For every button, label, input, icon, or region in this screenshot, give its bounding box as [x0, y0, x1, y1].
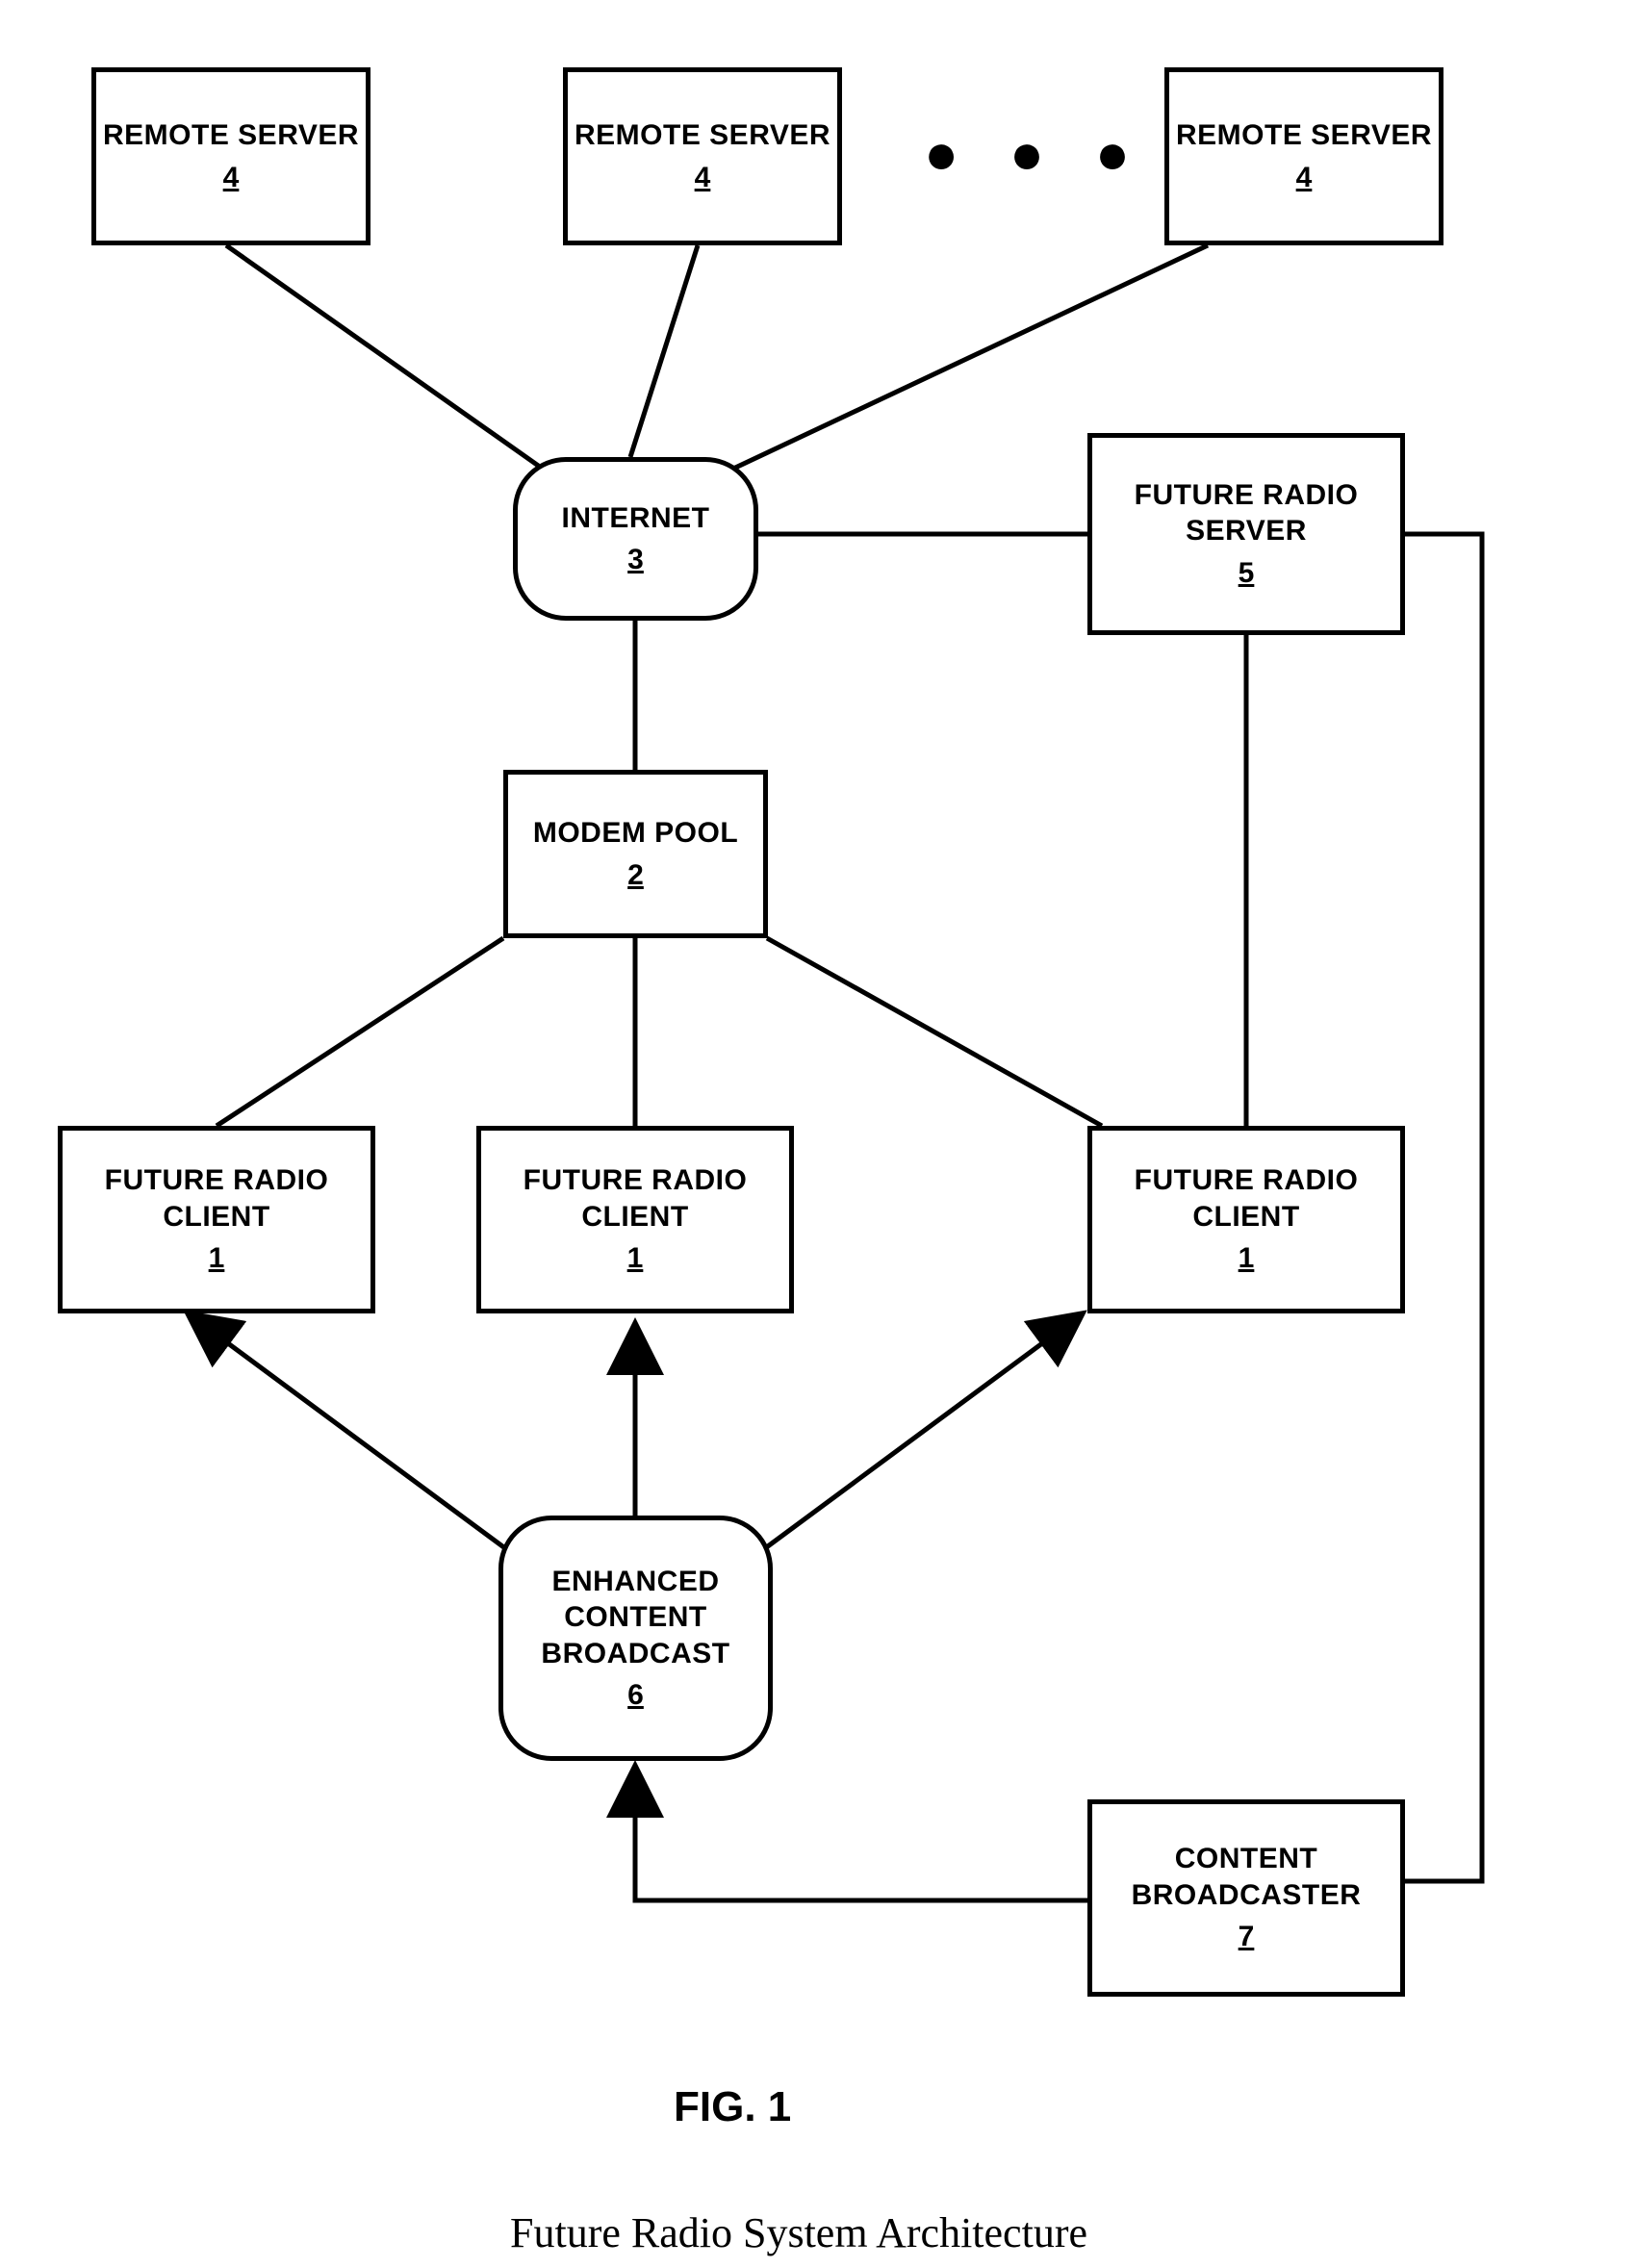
node-label: REMOTE SERVER [103, 117, 359, 154]
node-label: REMOTE SERVER [575, 117, 830, 154]
node-number: 6 [627, 1677, 644, 1714]
node-number: 2 [627, 857, 644, 894]
ellipsis-dots: ● ● ● [924, 120, 1147, 187]
node-number: 1 [209, 1240, 225, 1277]
node-number: 1 [1239, 1240, 1255, 1277]
node-label: CONTENT BROADCASTER [1092, 1841, 1400, 1913]
node-future-radio-client-2: FUTURE RADIO CLIENT 1 [476, 1126, 794, 1313]
node-number: 4 [695, 160, 711, 196]
node-label: REMOTE SERVER [1176, 117, 1432, 154]
node-future-radio-client-3: FUTURE RADIO CLIENT 1 [1087, 1126, 1405, 1313]
node-remote-server-1: REMOTE SERVER 4 [91, 67, 370, 245]
node-label: FUTURE RADIO CLIENT [63, 1162, 370, 1235]
node-number: 4 [223, 160, 240, 196]
node-label: FUTURE RADIO CLIENT [481, 1162, 789, 1235]
node-label: MODEM POOL [533, 815, 738, 852]
node-label: FUTURE RADIO CLIENT [1092, 1162, 1400, 1235]
diagram-canvas: REMOTE SERVER 4 REMOTE SERVER 4 ● ● ● RE… [0, 0, 1635, 2268]
node-label: INTERNET [562, 500, 710, 537]
node-label: ENHANCED CONTENT BROADCAST [503, 1564, 768, 1672]
node-future-radio-server: FUTURE RADIO SERVER 5 [1087, 433, 1405, 635]
node-number: 1 [627, 1240, 644, 1277]
node-number: 4 [1296, 160, 1313, 196]
figure-label: FIG. 1 [674, 2083, 791, 2131]
node-modem-pool: MODEM POOL 2 [503, 770, 768, 938]
node-number: 3 [627, 542, 644, 578]
node-remote-server-3: REMOTE SERVER 4 [1164, 67, 1443, 245]
node-number: 7 [1239, 1919, 1255, 1955]
node-enhanced-content-broadcast: ENHANCED CONTENT BROADCAST 6 [498, 1516, 773, 1761]
node-number: 5 [1239, 555, 1255, 592]
figure-caption: Future Radio System Architecture [510, 2208, 1087, 2257]
node-label: FUTURE RADIO SERVER [1092, 477, 1400, 549]
node-future-radio-client-1: FUTURE RADIO CLIENT 1 [58, 1126, 375, 1313]
node-content-broadcaster: CONTENT BROADCASTER 7 [1087, 1799, 1405, 1997]
node-internet: INTERNET 3 [513, 457, 758, 621]
node-remote-server-2: REMOTE SERVER 4 [563, 67, 842, 245]
